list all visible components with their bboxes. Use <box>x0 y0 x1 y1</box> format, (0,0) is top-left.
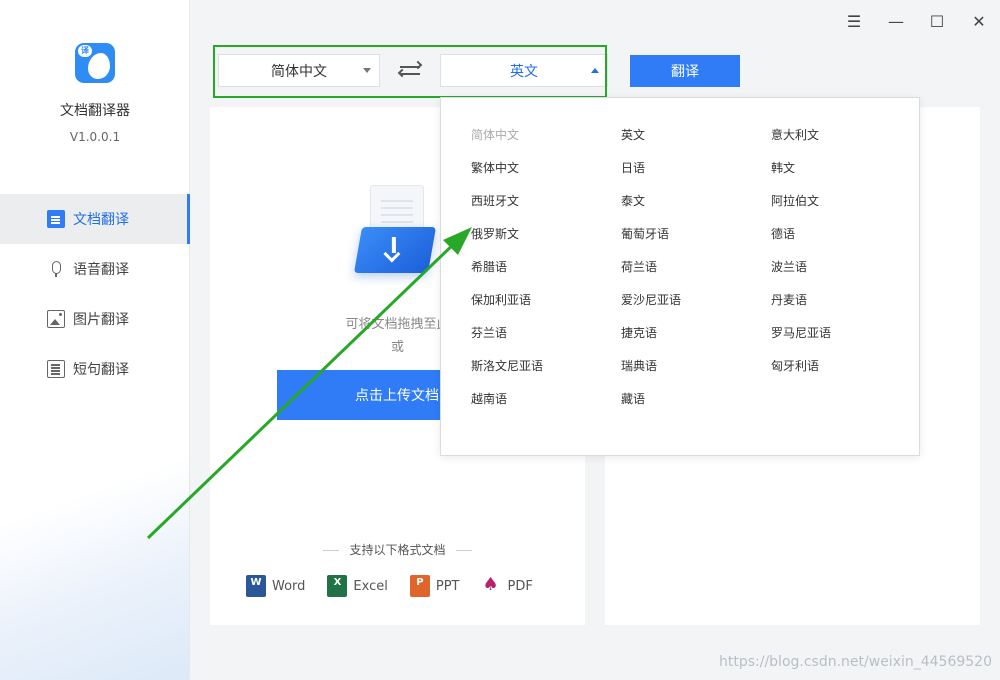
app-logo-icon: 译 <box>75 43 115 83</box>
supported-formats-list: W Word X Excel P PPT PDF <box>246 575 533 597</box>
format-ppt: P PPT <box>409 575 459 597</box>
language-option[interactable]: 爱沙尼亚语 <box>621 291 681 308</box>
target-language-select[interactable]: 英文 <box>440 54 608 87</box>
language-option[interactable]: 波兰语 <box>771 258 807 275</box>
language-option[interactable]: 荷兰语 <box>621 258 657 275</box>
language-option[interactable]: 希腊语 <box>471 258 507 275</box>
supported-formats-title: 支持以下格式文档 <box>210 541 585 558</box>
image-icon <box>47 310 65 328</box>
swap-languages-icon[interactable] <box>397 60 423 81</box>
language-option[interactable]: 芬兰语 <box>471 324 507 341</box>
source-language-select[interactable]: 简体中文 <box>218 54 380 87</box>
format-pdf: PDF <box>481 575 533 597</box>
language-option[interactable]: 日语 <box>621 159 645 176</box>
language-option[interactable]: 繁体中文 <box>471 159 519 176</box>
sidebar-item-label: 文档翻译 <box>73 212 129 228</box>
language-option[interactable]: 意大利文 <box>771 126 819 143</box>
sidebar-item-label: 语音翻译 <box>73 262 129 278</box>
format-excel: X Excel <box>327 575 388 597</box>
close-button[interactable]: ✕ <box>968 10 990 32</box>
format-word: W Word <box>246 575 305 597</box>
language-option[interactable]: 匈牙利语 <box>771 357 819 374</box>
language-option[interactable]: 阿拉伯文 <box>771 192 819 209</box>
sidebar-item-sentence-translate[interactable]: 短句翻译 <box>0 344 190 394</box>
sidebar-item-doc-translate[interactable]: 文档翻译 <box>0 194 190 244</box>
logo-badge: 译 <box>78 45 92 57</box>
maximize-button[interactable]: ☐ <box>926 10 948 32</box>
language-option[interactable]: 简体中文 <box>471 126 519 143</box>
language-option[interactable]: 藏语 <box>621 390 645 407</box>
minimize-button[interactable]: — <box>885 10 907 32</box>
language-option[interactable]: 斯洛文尼亚语 <box>471 357 543 374</box>
language-option[interactable]: 捷克语 <box>621 324 657 341</box>
chevron-down-icon <box>363 68 371 73</box>
language-option[interactable]: 俄罗斯文 <box>471 225 519 242</box>
app-name: 文档翻译器 <box>60 103 130 119</box>
language-option[interactable]: 保加利亚语 <box>471 291 531 308</box>
excel-icon: X <box>327 575 348 597</box>
target-language-value: 英文 <box>510 63 538 80</box>
language-option[interactable]: 越南语 <box>471 390 507 407</box>
app-version: V1.0.0.1 <box>69 130 121 144</box>
translate-button[interactable]: 翻译 <box>630 55 740 87</box>
sidebar: 译 文档翻译器 V1.0.0.1 文档翻译 语音翻译 图片翻译 短句翻译 <box>0 0 190 680</box>
language-option[interactable]: 葡萄牙语 <box>621 225 669 242</box>
upload-folder-icon <box>353 185 438 275</box>
sidebar-item-voice-translate[interactable]: 语音翻译 <box>0 244 190 294</box>
sidebar-item-image-translate[interactable]: 图片翻译 <box>0 294 190 344</box>
language-option[interactable]: 罗马尼亚语 <box>771 324 831 341</box>
pdf-icon <box>481 575 502 597</box>
language-option[interactable]: 西班牙文 <box>471 192 519 209</box>
language-option[interactable]: 韩文 <box>771 159 795 176</box>
watermark: https://blog.csdn.net/weixin_44569520 <box>718 654 992 670</box>
list-icon <box>47 360 65 378</box>
language-option[interactable]: 瑞典语 <box>621 357 657 374</box>
word-icon: W <box>246 575 266 597</box>
target-language-dropdown: 简体中文繁体中文西班牙文俄罗斯文希腊语保加利亚语芬兰语斯洛文尼亚语 越南语 英文日语… <box>440 97 920 456</box>
document-icon <box>47 210 65 228</box>
chevron-up-icon <box>591 68 599 73</box>
language-option[interactable]: 德语 <box>771 225 795 242</box>
language-option[interactable]: 泰文 <box>621 192 645 209</box>
menu-icon[interactable]: ☰ <box>843 10 865 32</box>
ppt-icon: P <box>409 575 430 597</box>
sidebar-item-label: 图片翻译 <box>73 312 129 328</box>
language-option[interactable]: 丹麦语 <box>771 291 807 308</box>
language-option[interactable]: 英文 <box>621 126 645 143</box>
sidebar-item-label: 短句翻译 <box>73 362 129 378</box>
source-language-value: 简体中文 <box>271 63 327 80</box>
microphone-icon <box>47 260 65 278</box>
